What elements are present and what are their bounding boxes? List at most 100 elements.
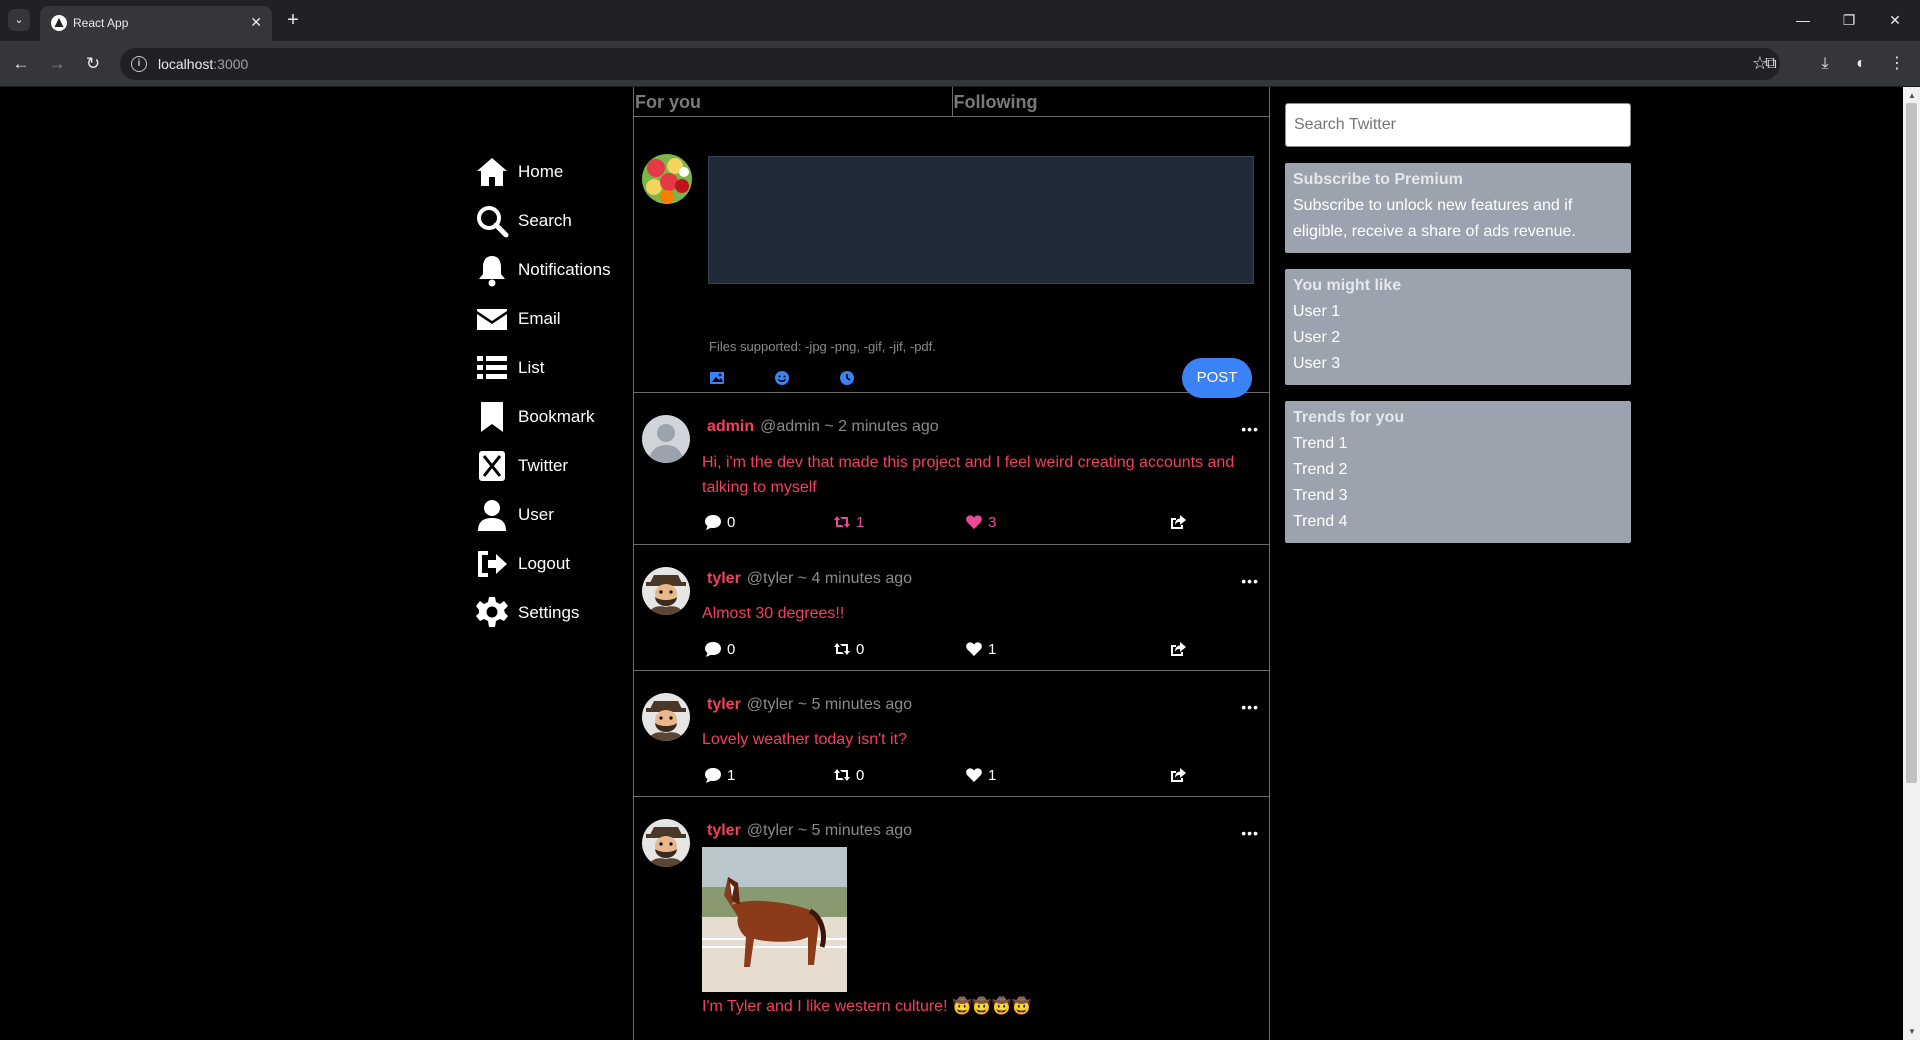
comment-button[interactable]: 0	[704, 513, 735, 531]
post-text: I'm Tyler and I like western culture! 🤠🤠…	[702, 998, 1032, 1015]
share-button[interactable]	[1169, 640, 1192, 658]
reload-button[interactable]: ↻	[80, 51, 106, 77]
compose-textarea[interactable]	[708, 156, 1254, 284]
trend-item[interactable]: Trend 4	[1293, 509, 1623, 535]
comment-icon	[705, 642, 721, 657]
sidebar-nav: Home Search Notifications Email List Boo…	[474, 147, 634, 637]
share-button[interactable]	[1169, 513, 1192, 531]
post-meta: @tyler ~ 5 minutes ago	[746, 696, 913, 713]
url-text: localhost:3000	[158, 56, 249, 72]
like-button[interactable]: 1	[965, 640, 996, 658]
site-info-icon[interactable]: i	[131, 56, 147, 72]
sidebar-item-bookmark[interactable]: Bookmark	[474, 392, 634, 441]
retweet-button[interactable]: 1	[833, 513, 864, 531]
sidebar-item-settings[interactable]: Settings	[474, 588, 634, 637]
suggested-user[interactable]: User 3	[1293, 351, 1623, 377]
post-image[interactable]	[702, 847, 847, 992]
tab-title: React App	[73, 16, 129, 30]
avatar[interactable]	[642, 819, 690, 867]
sidebar-item-user[interactable]: User	[474, 490, 634, 539]
post-author-name[interactable]: tyler	[707, 822, 741, 839]
address-bar[interactable]: i localhost:3000 ☆	[120, 48, 1780, 80]
sidebar-item-logout[interactable]: Logout	[474, 539, 634, 588]
search-icon	[477, 205, 509, 237]
avatar[interactable]	[642, 415, 690, 463]
comment-count: 1	[727, 766, 736, 784]
like-count: 1	[988, 640, 997, 658]
tab-close-icon[interactable]: ✕	[250, 14, 262, 31]
post-author-name[interactable]: admin	[707, 418, 754, 435]
retweet-button[interactable]: 0	[833, 640, 864, 658]
scrollbar-thumb[interactable]	[1906, 103, 1917, 783]
page-scrollbar[interactable]: ▲ ▼	[1903, 87, 1920, 1040]
post-item: tyler @tyler ~ 5 minutes ago ••• I'm Tyle…	[634, 797, 1269, 1040]
image-upload-icon[interactable]	[709, 370, 725, 386]
post-meta: @tyler ~ 4 minutes ago	[746, 570, 913, 587]
scroll-up-arrow-icon[interactable]: ▲	[1908, 91, 1916, 100]
like-button[interactable]: 3	[965, 513, 996, 531]
sidebar-item-label: Notifications	[518, 259, 611, 279]
post-button[interactable]: POST	[1182, 358, 1252, 398]
trend-item[interactable]: Trend 1	[1293, 431, 1623, 457]
browser-toolbar: ← → ↻ i localhost:3000 ☆ ⧉ ⤓ ◐ ⋮	[0, 41, 1920, 87]
scroll-down-arrow-icon[interactable]: ▼	[1908, 1027, 1916, 1036]
post-author-name[interactable]: tyler	[707, 696, 741, 713]
comment-button[interactable]: 1	[704, 766, 735, 784]
browser-menu-icon[interactable]: ⋮	[1884, 51, 1910, 77]
sidebar-item-list[interactable]: List	[474, 343, 634, 392]
post-actions: 0 1 3	[702, 513, 1202, 535]
profile-icon[interactable]: ◐	[1848, 51, 1874, 77]
restore-button[interactable]: ❐	[1826, 0, 1872, 41]
trend-item[interactable]: Trend 2	[1293, 457, 1623, 483]
new-tab-button[interactable]: +	[282, 9, 304, 31]
sidebar-item-email[interactable]: Email	[474, 294, 634, 343]
more-options-icon[interactable]: •••	[1241, 699, 1259, 715]
suggested-user[interactable]: User 2	[1293, 325, 1623, 351]
post-item: admin @admin ~ 2 minutes ago ••• Hi, i'm …	[634, 393, 1269, 545]
forward-button[interactable]: →	[44, 51, 70, 77]
emoji-icon[interactable]	[774, 370, 790, 386]
trends-title: Trends for you	[1293, 409, 1405, 426]
suggested-user[interactable]: User 1	[1293, 299, 1623, 325]
sidebar-item-search[interactable]: Search	[474, 196, 634, 245]
back-button[interactable]: ←	[8, 51, 34, 77]
sidebar-item-label: Twitter	[518, 455, 569, 475]
more-options-icon[interactable]: •••	[1241, 573, 1259, 589]
app-root: Home Search Notifications Email List Boo…	[0, 87, 1903, 1040]
sidebar-item-label: Bookmark	[518, 406, 595, 426]
more-options-icon[interactable]: •••	[1241, 825, 1259, 841]
premium-panel[interactable]: Subscribe to Premium Subscribe to unlock…	[1285, 163, 1631, 253]
tab-search-button[interactable]: ⌄	[8, 9, 30, 31]
sidebar-item-twitter[interactable]: Twitter	[474, 441, 634, 490]
more-options-icon[interactable]: •••	[1241, 421, 1259, 437]
browser-tab[interactable]: React App ✕	[40, 6, 272, 41]
heart-icon	[966, 515, 982, 529]
post-author-name[interactable]: tyler	[707, 570, 741, 587]
sidebar-item-home[interactable]: Home	[474, 147, 634, 196]
share-button[interactable]	[1169, 766, 1192, 784]
sidebar-item-label: List	[518, 357, 545, 377]
share-icon	[1171, 768, 1186, 782]
minimize-button[interactable]: —	[1780, 0, 1826, 41]
extensions-icon[interactable]: ⧉	[1758, 51, 1784, 77]
schedule-icon[interactable]	[839, 370, 855, 386]
post-meta: @admin ~ 2 minutes ago	[760, 418, 939, 435]
avatar[interactable]	[642, 567, 690, 615]
share-icon	[1171, 515, 1186, 529]
trend-item[interactable]: Trend 3	[1293, 483, 1623, 509]
avatar[interactable]	[642, 693, 690, 741]
react-favicon-icon	[51, 15, 67, 31]
tab-following[interactable]: Following	[951, 87, 1270, 116]
sidebar-item-label: User	[518, 504, 554, 524]
retweet-icon	[834, 643, 850, 655]
retweet-icon	[834, 769, 850, 781]
tab-for-you[interactable]: For you	[634, 87, 952, 116]
retweet-button[interactable]: 0	[833, 766, 864, 784]
close-window-button[interactable]: ✕	[1872, 0, 1918, 41]
search-input[interactable]	[1285, 103, 1631, 147]
sidebar-item-notifications[interactable]: Notifications	[474, 245, 634, 294]
feed-tabs: For you Following	[634, 87, 1269, 117]
download-icon[interactable]: ⤓	[1812, 51, 1838, 77]
like-button[interactable]: 1	[965, 766, 996, 784]
comment-button[interactable]: 0	[704, 640, 735, 658]
